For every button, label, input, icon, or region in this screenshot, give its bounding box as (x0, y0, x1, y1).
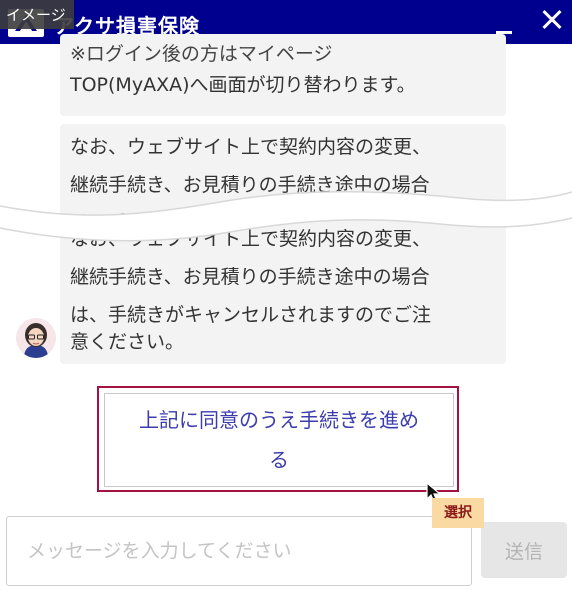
chat-window: アクサ損害保険 イメージ ※ログイン後の方はマイページ TOP(MyAXA)へ画… (0, 0, 572, 591)
send-button[interactable]: 送信 (481, 522, 567, 578)
minimize-icon[interactable] (492, 8, 518, 36)
message-input[interactable] (6, 516, 472, 586)
message-text: TOP(MyAXA)へ画面が切り替わります。 (70, 74, 416, 96)
select-annotation: 選択 (432, 498, 484, 528)
message-text: ※ログイン後の方はマイページ (70, 43, 333, 65)
message-text: なお、ウェブサイト上で契約内容の変更、 (70, 136, 432, 158)
message-text: 意ください。 (70, 331, 185, 353)
button-label: 上記に同意のうえ手続きを進め (139, 408, 419, 432)
torn-paper-divider (0, 191, 572, 242)
operator-avatar (16, 318, 56, 358)
close-icon[interactable] (536, 4, 566, 38)
message-text: 継続手続き、お見積りの手続き途中の場合 (70, 266, 430, 288)
message-bubble: ※ログイン後の方はマイページ TOP(MyAXA)へ画面が切り替わります。 (60, 34, 506, 116)
image-label: イメージ (0, 0, 74, 29)
button-label: る (269, 448, 289, 472)
agree-and-proceed-button[interactable]: 上記に同意のうえ手続きを進め る (104, 393, 454, 487)
